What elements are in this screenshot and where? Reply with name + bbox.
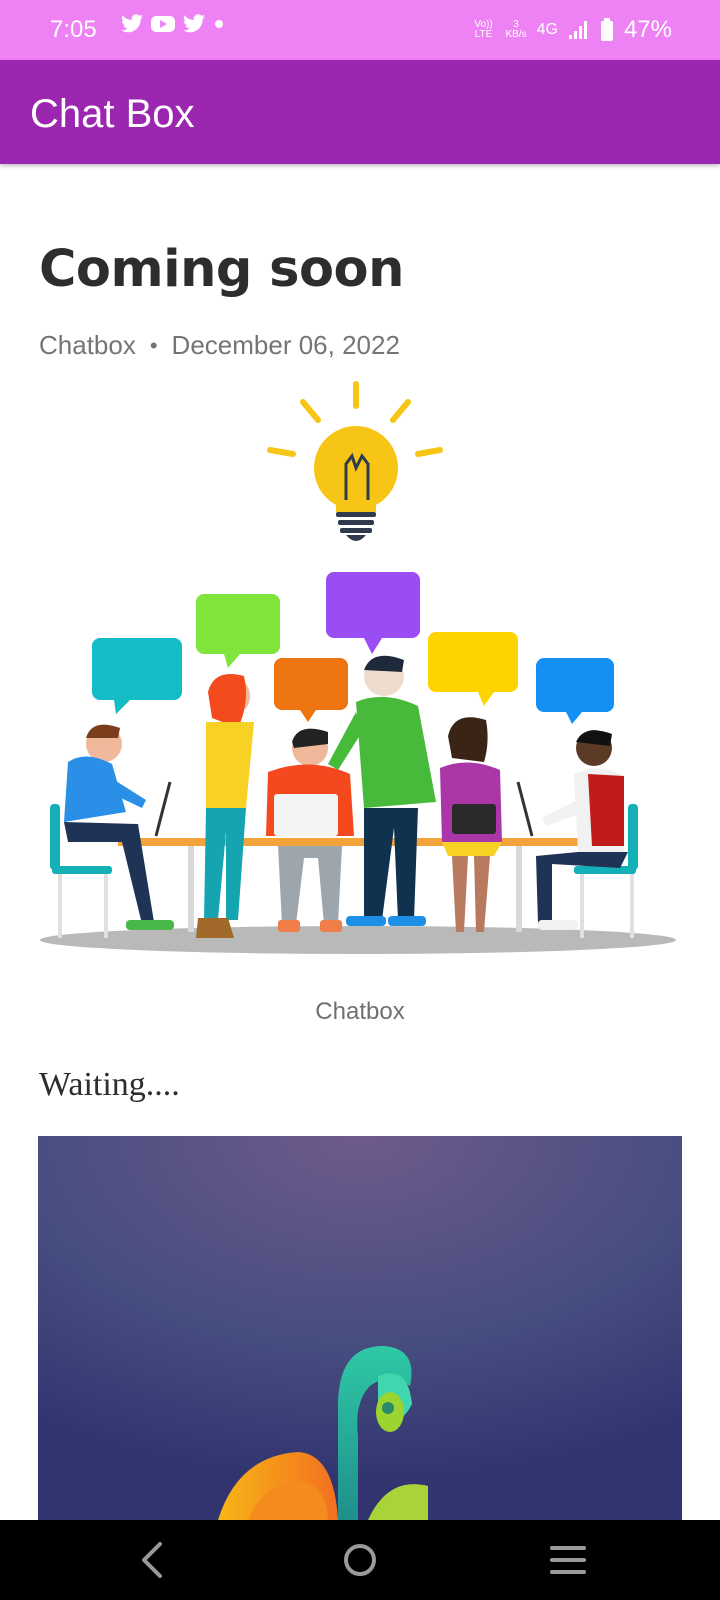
volte-indicator: Vo)) LTE <box>474 19 493 40</box>
back-icon[interactable] <box>136 1538 168 1582</box>
network-type: 4G <box>536 21 558 38</box>
post-title: Coming soon <box>39 240 404 299</box>
post-author[interactable]: Chatbox <box>39 330 136 361</box>
speech-bubbles <box>92 572 614 724</box>
battery-percent: 47% <box>623 16 672 43</box>
twitter-icon <box>183 14 205 33</box>
abstract-logo-image[interactable] <box>38 1136 682 1520</box>
menu-icon[interactable] <box>550 1538 586 1582</box>
youtube-icon <box>151 16 175 32</box>
app-bar: Chat Box <box>0 60 720 164</box>
speed-unit: KB/s <box>505 29 527 40</box>
person-6 <box>516 730 628 930</box>
person-2 <box>196 674 254 938</box>
post-date: December 06, 2022 <box>171 330 400 360</box>
navigation-bar <box>0 1520 720 1600</box>
lightbulb-icon <box>267 381 443 541</box>
person-1 <box>64 724 174 930</box>
notification-icons <box>120 14 226 34</box>
image-caption: Chatbox <box>315 998 405 1025</box>
status-indicators: Vo)) LTE 3 KB/s 4G 47% <box>471 16 672 44</box>
post-body: Waiting.... <box>39 1066 180 1103</box>
status-time: 7:05 <box>50 16 97 43</box>
battery-icon <box>600 18 613 41</box>
dot-icon <box>215 20 223 28</box>
team-illustration[interactable] <box>38 372 682 982</box>
signal-icon <box>568 21 587 39</box>
network-speed: 3 KB/s <box>505 20 526 40</box>
status-bar: 7:05 Vo)) LTE 3 KB/s 4G 47% <box>0 0 720 60</box>
post-meta: Chatbox • December 06, 2022 <box>39 330 400 361</box>
person-5 <box>440 717 502 932</box>
meta-separator: • <box>149 332 158 358</box>
home-icon[interactable] <box>342 1538 378 1582</box>
app-title: Chat Box <box>30 92 195 136</box>
twitter-icon <box>121 14 143 33</box>
